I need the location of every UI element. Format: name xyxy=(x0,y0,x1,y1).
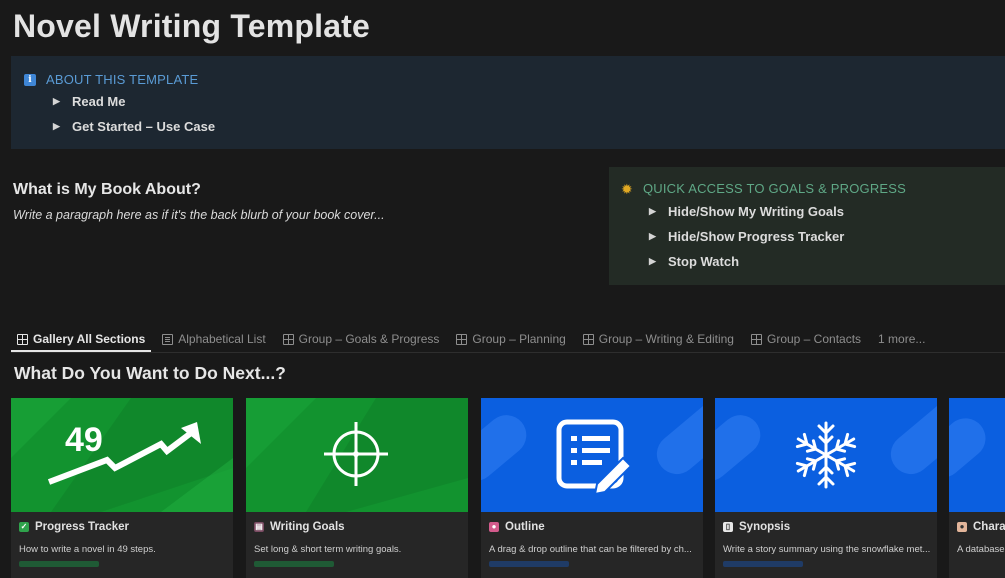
toggle-label: Hide/Show Progress Tracker xyxy=(668,229,845,244)
toggle-triangle-icon[interactable]: ▶ xyxy=(649,256,659,267)
page-title: Novel Writing Template xyxy=(13,8,371,44)
tab-group-goals-progress[interactable]: Group – Goals & Progress xyxy=(277,328,446,350)
toggle-triangle-icon[interactable]: ▶ xyxy=(649,206,659,217)
toggle-triangle-icon[interactable]: ▶ xyxy=(53,121,63,132)
list-icon xyxy=(162,333,174,345)
card-title-text: Writing Goals xyxy=(270,521,345,533)
board-icon xyxy=(456,333,468,345)
card-cover-art xyxy=(949,398,1005,512)
check-icon: ✓ xyxy=(19,522,29,532)
toggle-writing-goals[interactable]: ▶ Hide/Show My Writing Goals xyxy=(649,204,844,219)
card-title-text: Synopsis xyxy=(739,521,791,533)
card-description: Set long & short term writing goals. xyxy=(254,544,402,555)
card-title: ▯ Synopsis xyxy=(723,521,790,533)
info-icon: i xyxy=(24,73,36,86)
section-heading: What Do You Want to Do Next...? xyxy=(14,363,286,383)
tab-label: Group – Contacts xyxy=(766,332,862,346)
toggle-label: Stop Watch xyxy=(668,254,740,269)
toggle-label: Get Started – Use Case xyxy=(72,119,216,134)
card-tag xyxy=(254,561,334,567)
tab-gallery-all-sections[interactable]: Gallery All Sections xyxy=(11,328,152,352)
tab-group-planning[interactable]: Group – Planning xyxy=(450,328,571,350)
quick-access-header: ✹ QUICK ACCESS TO GOALS & PROGRESS xyxy=(621,181,906,196)
crosshair-icon xyxy=(246,398,468,512)
toggle-read-me[interactable]: ▶ Read Me xyxy=(53,94,125,109)
cover-number: 49 xyxy=(65,421,103,459)
board-icon xyxy=(582,333,594,345)
toggle-triangle-icon[interactable]: ▶ xyxy=(649,231,659,242)
toggle-stop-watch[interactable]: ▶ Stop Watch xyxy=(649,254,739,269)
card-cover xyxy=(481,398,703,512)
quick-access-callout: ✹ QUICK ACCESS TO GOALS & PROGRESS ▶ Hid… xyxy=(609,167,1005,285)
card-title-text: Progress Tracker xyxy=(35,521,129,533)
card-outline[interactable]: ● Outline A drag & drop outline that can… xyxy=(481,398,703,578)
page-icon: ▯ xyxy=(723,522,733,532)
about-callout-heading: ABOUT THIS TEMPLATE xyxy=(46,72,199,87)
card-description: A database xyxy=(957,544,1005,555)
book-about-heading: What is My Book About? xyxy=(13,181,201,198)
about-callout: i ABOUT THIS TEMPLATE ▶ Read Me ▶ Get St… xyxy=(11,56,1005,149)
tab-group-writing-editing[interactable]: Group – Writing & Editing xyxy=(577,328,740,350)
card-description: Write a story summary using the snowflak… xyxy=(723,544,931,555)
trend-arrow-icon: 49 xyxy=(11,398,233,512)
card-title-text: Charac xyxy=(973,521,1005,533)
snowflake-icon xyxy=(715,398,937,512)
gallery-icon xyxy=(17,333,28,345)
card-title-text: Outline xyxy=(505,521,545,533)
card-cover xyxy=(715,398,937,512)
card-tag xyxy=(19,561,99,567)
card-title: ● Outline xyxy=(489,521,545,533)
card-tag xyxy=(489,561,569,567)
card-cover xyxy=(949,398,1005,512)
quick-access-heading: QUICK ACCESS TO GOALS & PROGRESS xyxy=(642,181,907,196)
card-title: ✓ Progress Tracker xyxy=(19,521,129,533)
tab-label: 1 more... xyxy=(878,332,926,346)
sun-icon: ✹ xyxy=(621,180,633,197)
card-progress-tracker[interactable]: 49 ✓ Progress Tracker How to write a nov… xyxy=(11,398,233,578)
tabs-divider xyxy=(11,352,1005,353)
tab-group-contacts[interactable]: Group – Contacts xyxy=(745,328,867,350)
card-description: A drag & drop outline that can be filter… xyxy=(489,544,692,555)
toggle-get-started[interactable]: ▶ Get Started – Use Case xyxy=(53,119,215,134)
card-characters[interactable]: ● Charac A database xyxy=(949,398,1005,578)
card-writing-goals[interactable]: ▤ Writing Goals Set long & short term wr… xyxy=(246,398,468,578)
book-icon: ▤ xyxy=(254,522,264,532)
toggle-progress-tracker[interactable]: ▶ Hide/Show Progress Tracker xyxy=(649,229,844,244)
document-edit-icon xyxy=(481,398,703,512)
view-tabs: Gallery All Sections Alphabetical List G… xyxy=(11,328,936,353)
tab-label: Group – Writing & Editing xyxy=(598,332,734,346)
tab-more[interactable]: 1 more... xyxy=(872,328,931,350)
card-title: ▤ Writing Goals xyxy=(254,521,345,533)
card-description: How to write a novel in 49 steps. xyxy=(19,544,156,555)
toggle-label: Read Me xyxy=(72,94,126,109)
card-synopsis[interactable]: ▯ Synopsis Write a story summary using t… xyxy=(715,398,937,578)
tab-alphabetical-list[interactable]: Alphabetical List xyxy=(156,328,271,350)
tab-label: Group – Planning xyxy=(472,332,566,346)
card-title: ● Charac xyxy=(957,521,1005,533)
person-icon: ● xyxy=(957,522,967,532)
card-cover xyxy=(246,398,468,512)
book-blurb[interactable]: Write a paragraph here as if it's the ba… xyxy=(13,208,385,222)
toggle-triangle-icon[interactable]: ▶ xyxy=(53,96,63,107)
board-icon xyxy=(282,333,294,345)
brain-icon: ● xyxy=(489,522,499,532)
board-icon xyxy=(750,333,762,345)
toggle-label: Hide/Show My Writing Goals xyxy=(668,204,844,219)
tab-label: Gallery All Sections xyxy=(33,332,146,346)
card-cover: 49 xyxy=(11,398,233,512)
tab-label: Group – Goals & Progress xyxy=(298,332,440,346)
about-callout-header: i ABOUT THIS TEMPLATE xyxy=(24,72,198,87)
card-tag xyxy=(723,561,803,567)
tab-label: Alphabetical List xyxy=(178,332,266,346)
